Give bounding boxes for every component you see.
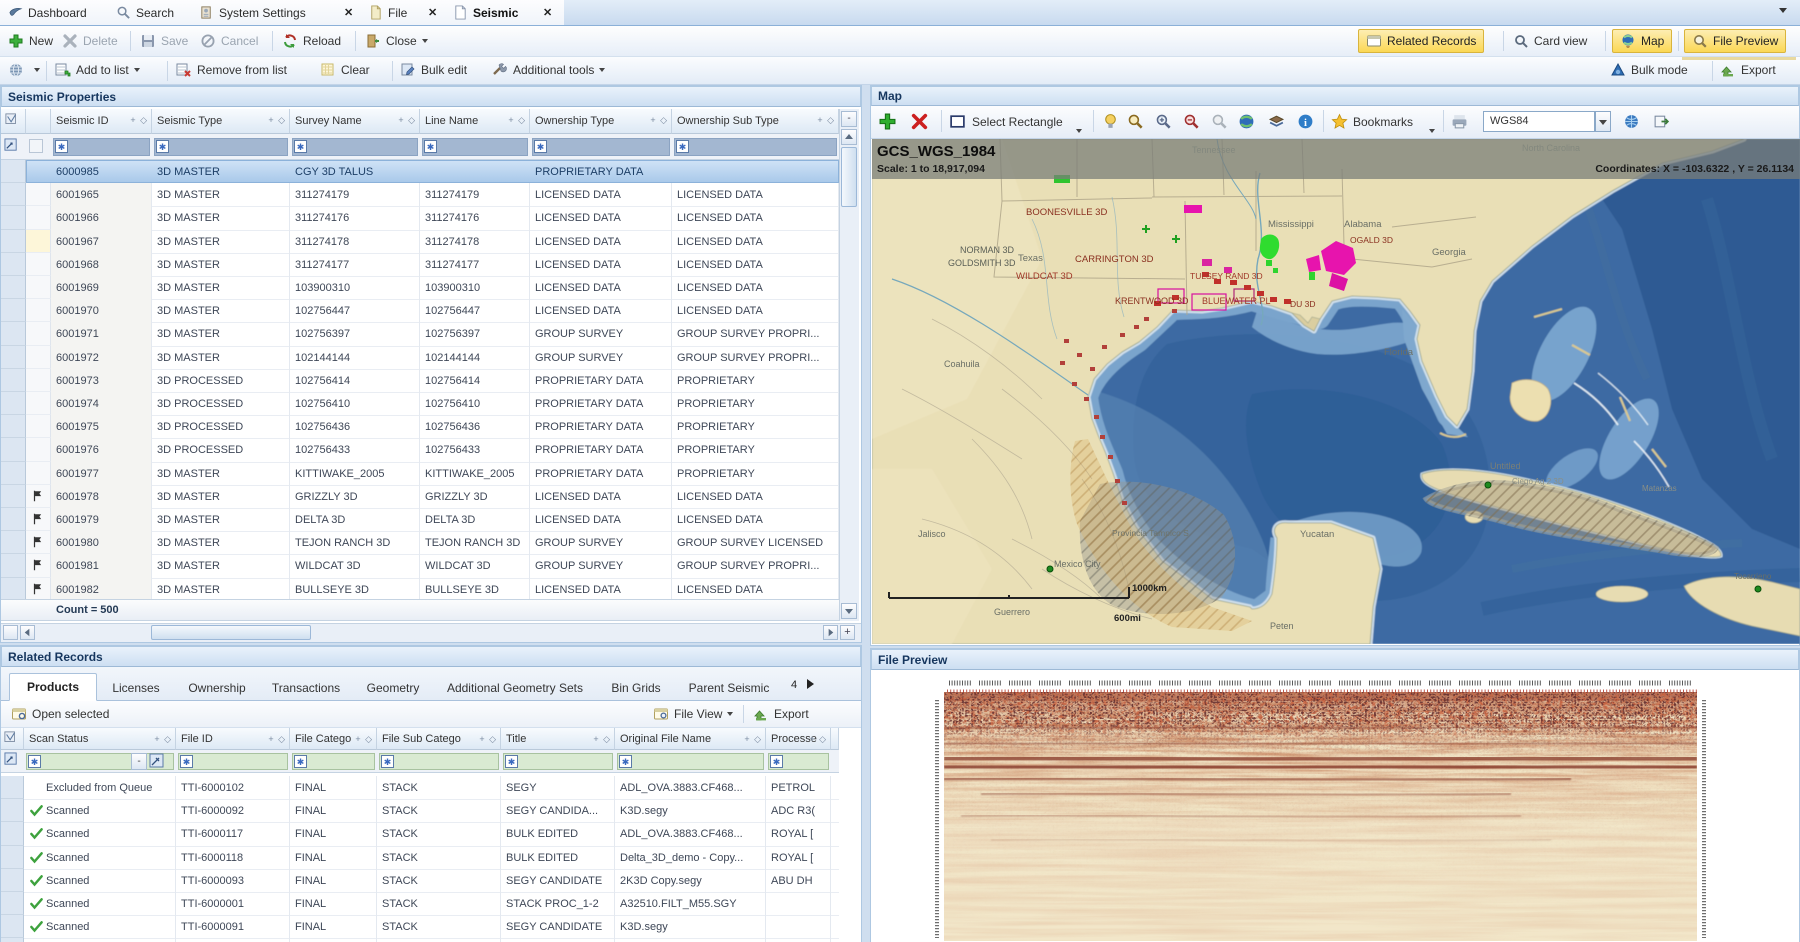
svg-text:Florida: Florida bbox=[1384, 347, 1414, 358]
svg-text:600mi: 600mi bbox=[1114, 613, 1141, 624]
svg-text:TULSEY RAND 3D: TULSEY RAND 3D bbox=[1190, 271, 1263, 281]
svg-text:Mississippi: Mississippi bbox=[1268, 219, 1314, 230]
svg-text:Peten: Peten bbox=[1270, 621, 1294, 631]
svg-text:Ciego Ag 2 3D: Ciego Ag 2 3D bbox=[1512, 477, 1564, 486]
svg-text:i: i bbox=[1304, 118, 1307, 129]
svg-text:GCS_WGS_1984: GCS_WGS_1984 bbox=[877, 143, 996, 160]
svg-text:Provincia Tampico S: Provincia Tampico S bbox=[1112, 528, 1189, 538]
svg-text:KRENTWOOD 3D: KRENTWOOD 3D bbox=[1115, 296, 1189, 306]
svg-text:GOLDSMITH 3D: GOLDSMITH 3D bbox=[948, 258, 1016, 268]
svg-text:Coordinates: X = -103.6322 , Y: Coordinates: X = -103.6322 , Y = 26.1134 bbox=[1595, 163, 1794, 175]
svg-text:North Carolina: North Carolina bbox=[1522, 143, 1580, 153]
svg-text:CARRINGTON 3D: CARRINGTON 3D bbox=[1075, 254, 1154, 265]
svg-text:Georgia: Georgia bbox=[1432, 247, 1467, 258]
svg-text:Untitled: Untitled bbox=[1490, 461, 1521, 471]
svg-text:Matanzas: Matanzas bbox=[1642, 484, 1677, 493]
svg-text:OGALD 3D: OGALD 3D bbox=[1350, 235, 1393, 245]
svg-text:Jalisco: Jalisco bbox=[918, 529, 946, 539]
svg-text:Coahuila: Coahuila bbox=[944, 359, 980, 369]
svg-text:NORMAN 3D: NORMAN 3D bbox=[960, 245, 1015, 255]
svg-text:Yucatan: Yucatan bbox=[1300, 529, 1334, 540]
svg-text:WILDCAT 3D: WILDCAT 3D bbox=[1016, 271, 1073, 282]
svg-text:Mexico City: Mexico City bbox=[1054, 559, 1101, 569]
svg-text:DU 3D: DU 3D bbox=[1290, 299, 1316, 309]
svg-text:Scale: 1 to 18,917,094: Scale: 1 to 18,917,094 bbox=[877, 163, 985, 175]
svg-text:Guerrero: Guerrero bbox=[994, 607, 1030, 617]
svg-text:Texas: Texas bbox=[1018, 253, 1043, 264]
svg-text:Tocarrieno: Tocarrieno bbox=[1734, 572, 1772, 581]
svg-text:Tennessee: Tennessee bbox=[1192, 145, 1236, 155]
svg-text:BLUEWATER PL: BLUEWATER PL bbox=[1202, 296, 1271, 306]
svg-text:1000km: 1000km bbox=[1132, 583, 1167, 594]
svg-text:Alabama: Alabama bbox=[1344, 219, 1382, 230]
svg-text:BOONESVILLE 3D: BOONESVILLE 3D bbox=[1026, 207, 1107, 218]
